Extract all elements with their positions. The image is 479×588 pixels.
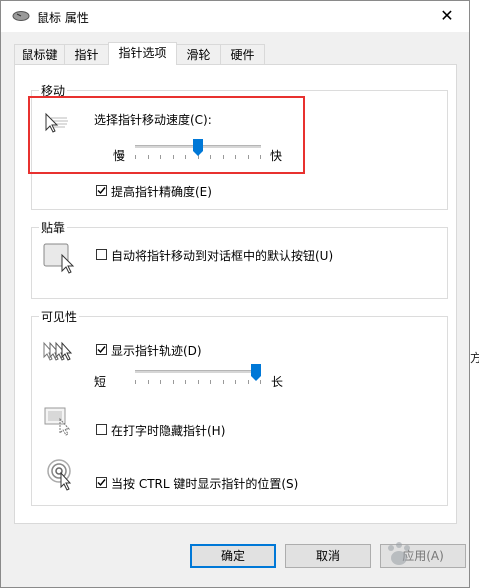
show-location-checkbox[interactable]: [96, 477, 107, 488]
slider-tick: [135, 380, 136, 384]
tab-hardware[interactable]: 硬件: [220, 44, 265, 64]
slider-tick: [148, 380, 149, 384]
short-label: 短: [94, 375, 107, 389]
slider-tick: [223, 380, 224, 384]
background-text: 方: [470, 351, 479, 365]
hide-while-typing-label: 在打字时隐藏指针(H): [111, 424, 226, 438]
slider-tick: [198, 380, 199, 384]
slider-tick: [210, 380, 211, 384]
watermark-logo: [363, 538, 463, 572]
enhance-precision-label: 提高指针精确度(E): [111, 185, 212, 199]
mouse-properties-dialog: 鼠标 属性 ✕ 鼠标键 指针 指针选项 滑轮 硬件 移动 选择指针移动速度(C)…: [0, 0, 470, 588]
slider-tick: [235, 380, 236, 384]
hide-while-typing-icon: [44, 407, 74, 440]
snap-to-group-label: 贴靠: [39, 219, 68, 236]
slider-tick: [185, 380, 186, 384]
pointer-trails-checkbox[interactable]: [96, 344, 107, 355]
snap-to-checkbox[interactable]: [96, 249, 107, 260]
show-location-label: 当按 CTRL 键时显示指针的位置(S): [111, 477, 299, 491]
pointer-trails-slider[interactable]: [135, 364, 261, 390]
title-bar: 鼠标 属性 ✕: [1, 1, 469, 32]
hide-while-typing-checkbox[interactable]: [96, 424, 107, 435]
snap-to-label: 自动将指针移动到对话框中的默认按钮(U): [111, 249, 334, 263]
tab-buttons[interactable]: 鼠标键: [14, 44, 65, 64]
close-icon: ✕: [440, 6, 454, 25]
ok-button[interactable]: 确定: [190, 544, 276, 568]
tab-pointer-options[interactable]: 指针选项: [108, 42, 177, 65]
tab-wheel[interactable]: 滑轮: [176, 44, 221, 64]
show-location-icon: [47, 459, 79, 494]
close-button[interactable]: ✕: [427, 2, 467, 30]
tab-pointers[interactable]: 指针: [64, 44, 109, 64]
pointer-trails-icon: [42, 341, 76, 368]
highlight-box: [28, 96, 305, 174]
slider-tick: [173, 380, 174, 384]
long-label: 长: [271, 375, 284, 389]
enhance-precision-checkbox[interactable]: [96, 185, 107, 196]
window-title: 鼠标 属性: [37, 11, 89, 25]
snap-to-icon: [43, 243, 77, 280]
visibility-group-label: 可见性: [39, 308, 80, 325]
slider-tick: [248, 380, 249, 384]
slider-tick: [160, 380, 161, 384]
pointer-trails-label: 显示指针轨迹(D): [111, 344, 202, 358]
cancel-button[interactable]: 取消: [285, 544, 371, 568]
slider-track: [135, 370, 261, 373]
slider-thumb[interactable]: [251, 364, 261, 382]
mouse-icon: [12, 10, 30, 22]
